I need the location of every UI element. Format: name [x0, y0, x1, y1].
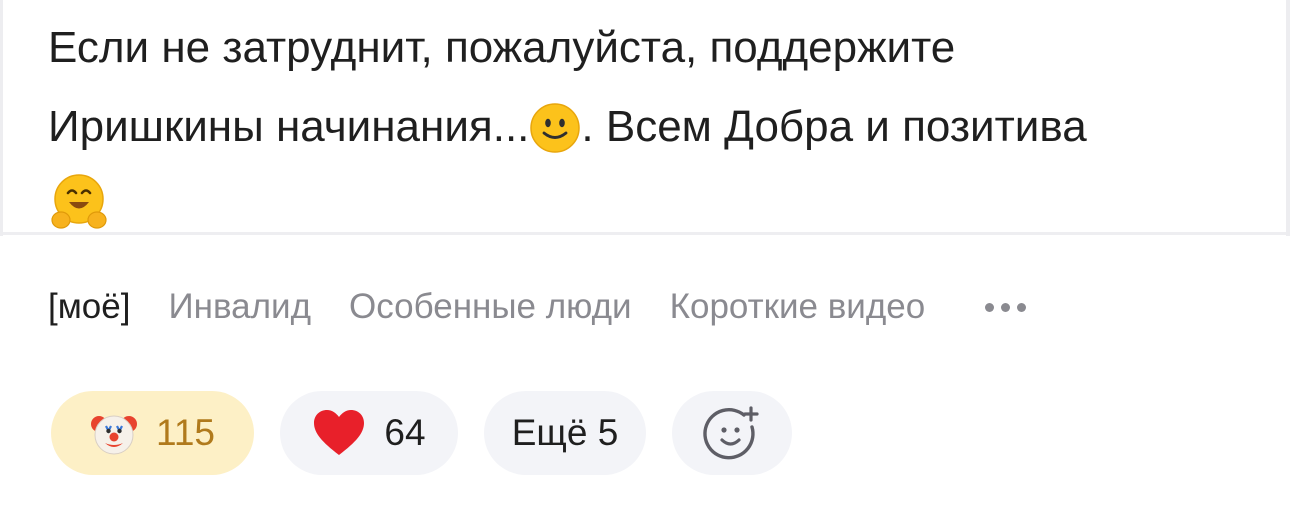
tag-invalid[interactable]: Инвалид	[168, 287, 311, 327]
add-reaction-button[interactable]	[672, 391, 792, 475]
post-text: Если не затруднит, пожалуйста, поддержит…	[48, 8, 1248, 245]
clown-face-icon	[90, 409, 138, 457]
reaction-clown-count: 115	[156, 412, 215, 453]
post-text-segment-2: . Всем Добра и позитива	[581, 102, 1087, 151]
more-reactions-label: Ещё 5	[511, 412, 619, 453]
reaction-clown-button[interactable]: 115	[51, 391, 254, 475]
hugging-face-icon	[48, 171, 110, 233]
dot	[985, 302, 995, 312]
more-reactions-button[interactable]: Ещё 5	[484, 391, 646, 475]
add-reaction-icon	[702, 403, 762, 463]
reaction-heart-button[interactable]: 64	[280, 391, 458, 475]
card-border-left	[0, 0, 3, 236]
tag-short-videos[interactable]: Короткие видео	[670, 287, 926, 327]
dot	[1017, 302, 1027, 312]
post-text-segment-1: Иришкины начинания...	[48, 102, 530, 151]
card-border-right	[1286, 0, 1290, 236]
more-dots-icon[interactable]	[985, 302, 1027, 312]
dot	[1001, 302, 1011, 312]
tag-own[interactable]: [моё]	[48, 287, 130, 327]
reaction-heart-count: 64	[384, 412, 426, 453]
divider	[3, 232, 1286, 235]
post-card: Если не затруднит, пожалуйста, поддержит…	[0, 0, 1290, 508]
reactions-bar: 115 64 Ещё 5	[51, 391, 818, 475]
tag-special-people[interactable]: Особенные люди	[349, 287, 632, 327]
red-heart-icon	[312, 409, 366, 457]
slightly-smiling-face-icon	[529, 100, 581, 154]
post-text-line-2: Иришкины начинания... . Всем Добра и поз…	[48, 87, 1248, 166]
tag-list: [моё] Инвалид Особенные люди Короткие ви…	[48, 282, 1027, 332]
post-text-line-1: Если не затруднит, пожалуйста, поддержит…	[48, 23, 956, 72]
